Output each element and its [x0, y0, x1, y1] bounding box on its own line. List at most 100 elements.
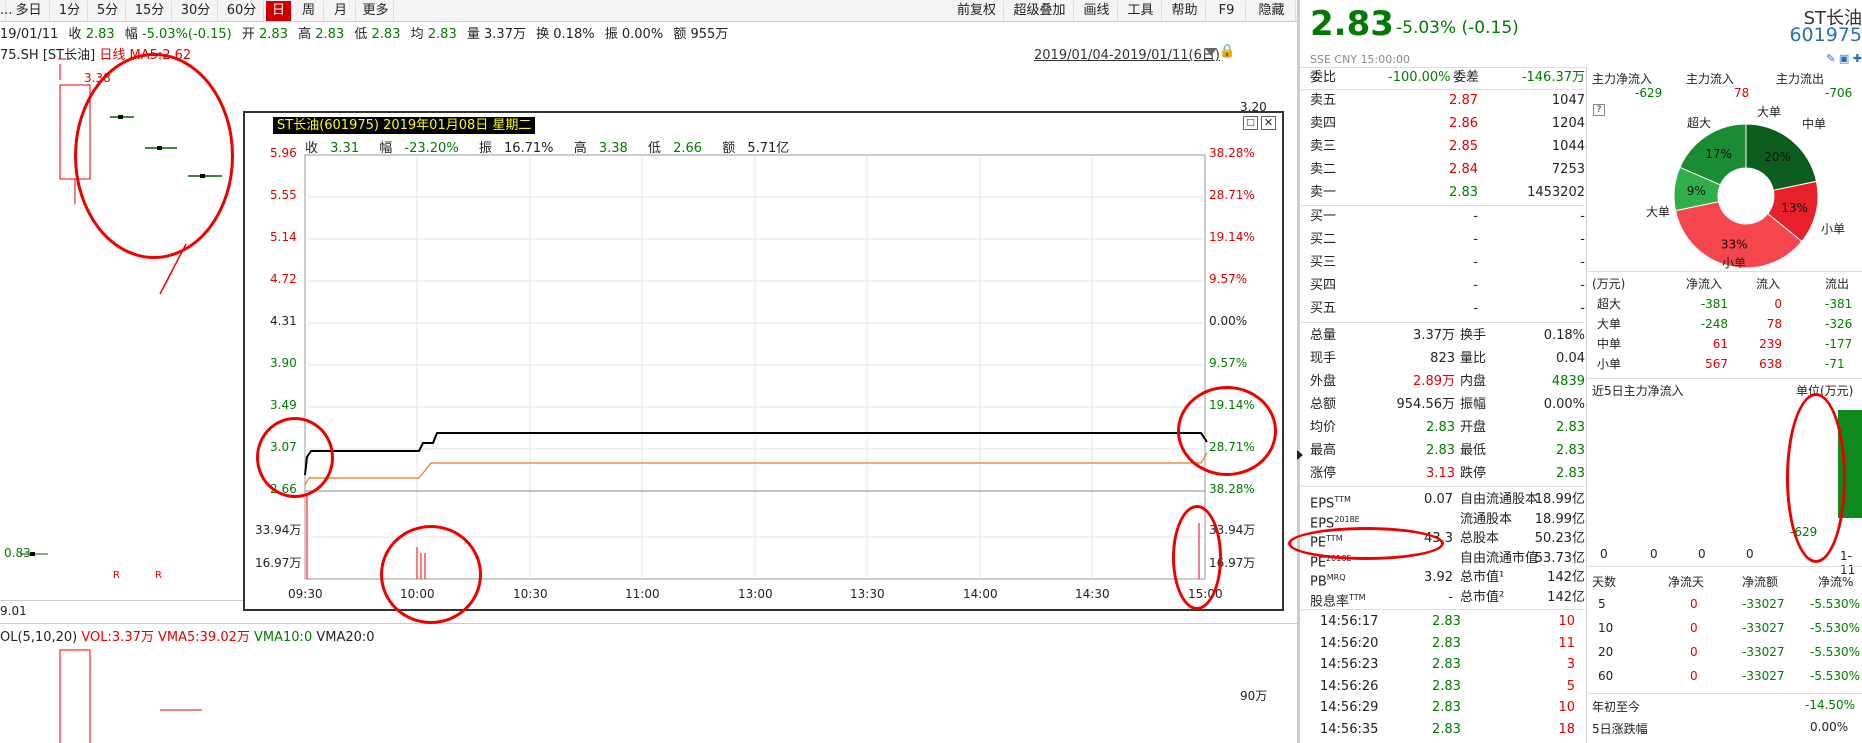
ask-row[interactable]: 卖三 2.85 1044 — [1310, 137, 1585, 157]
flow-row-label: 中单 — [1597, 337, 1622, 351]
stat-row: 均价 2.83 开盘 2.83 — [1310, 418, 1585, 438]
f9-button[interactable]: F9 — [1208, 1, 1246, 21]
vol-divider — [0, 623, 1297, 624]
period-tab-15min[interactable]: 15分 — [128, 1, 172, 21]
info-date: 19/01/11 — [0, 27, 59, 42]
ask-label: 卖二 — [1310, 162, 1337, 177]
intraday-popup[interactable]: ST长油(601975) 2019年01月08日 星期二 □ ✕ 收 3.31 … — [243, 111, 1284, 611]
kline-low-label: 0.83 — [4, 546, 31, 560]
annotation-stroke — [159, 243, 187, 295]
period-tab-30min[interactable]: 30分 — [174, 1, 218, 21]
period-tab-5min[interactable]: 5分 — [90, 1, 126, 21]
fundamental-label-sup: 2018E — [1334, 514, 1360, 524]
stat-label-2: 跌停 — [1460, 466, 1487, 481]
low-candle-dot — [30, 552, 35, 556]
tick-time: 14:56:29 — [1320, 700, 1379, 715]
panel-collapse-icon[interactable] — [1297, 450, 1303, 460]
bid-row[interactable]: 买一 - - — [1310, 207, 1585, 227]
bid-price: - — [1473, 209, 1478, 224]
info-amp-value: 0.00% — [621, 27, 664, 42]
ask-price: 2.84 — [1449, 162, 1478, 177]
fundamental-label-sup: TTM — [1334, 495, 1351, 504]
info-avg-label: 均 — [410, 27, 424, 42]
fundamental-row: EPS2018E 流通股本 18.99亿 — [1310, 510, 1585, 531]
stat-label: 总额 — [1310, 397, 1337, 412]
ask-row[interactable]: 卖二 2.84 7253 — [1310, 160, 1585, 180]
fundamental-row: PE2018E 自由流通市值 53.73亿 — [1310, 549, 1585, 570]
help-button[interactable]: 帮助 — [1164, 1, 1206, 21]
stat-label-2: 振幅 — [1460, 397, 1487, 412]
period-net-amount: -33027 — [1742, 597, 1785, 611]
ask-price: 2.86 — [1449, 116, 1478, 131]
help-icon[interactable]: ? — [1593, 104, 1605, 116]
period-tab-more[interactable]: 更多 — [358, 1, 394, 21]
fundamental-row: EPSTTM 0.07 自由流通股本 18.99亿 — [1310, 490, 1585, 511]
period-tab-1min[interactable]: 1分 — [52, 1, 88, 21]
bid-price: - — [1473, 232, 1478, 247]
ask-volume: 1204 — [1551, 116, 1585, 131]
info-close-value: 2.83 — [85, 27, 115, 42]
kline-date-range[interactable]: 2019/01/04-2019/01/11(6日) — [1034, 44, 1220, 63]
flow-table-header: (万元) 净流入 流入 流出 — [1300, 274, 1849, 294]
stat-row: 涨停 3.13 跌停 2.83 — [1310, 464, 1585, 484]
y-right-4: 0.00% — [1209, 314, 1248, 328]
super-overlay-button[interactable]: 超级叠加 — [1006, 1, 1074, 21]
tick-row[interactable]: 14:56:35 2.83 18 — [1320, 720, 1575, 740]
volume-bar-1 — [59, 649, 91, 743]
time-1100: 11:00 — [625, 587, 660, 601]
stat-row: 总额 954.56万 振幅 0.00% — [1310, 395, 1585, 415]
gridlines-v — [416, 155, 1093, 579]
ytd-value: -14.50% — [1805, 698, 1856, 712]
ask-price: 2.85 — [1449, 139, 1478, 154]
candle-2-dot — [118, 115, 123, 119]
ask-volume: 1044 — [1551, 139, 1585, 154]
period-tab-week[interactable]: 周 — [294, 1, 324, 21]
flow-table-header-cell: 净流入 — [1686, 277, 1723, 291]
vma20-value: VMA20:0 — [316, 630, 375, 645]
period-tab-60min[interactable]: 60分 — [220, 1, 264, 21]
pie-slice-label: 17% — [1705, 147, 1732, 161]
period-tab-prev[interactable]: ... — [0, 1, 12, 21]
draw-line-button[interactable]: 画线 — [1076, 1, 1118, 21]
period-tab-day[interactable]: 日 — [266, 1, 292, 21]
stat-value: 2.83 — [1426, 420, 1455, 435]
y-right-2: 19.14% — [1209, 230, 1255, 244]
pie-slice-label: 9% — [1687, 184, 1706, 198]
period-tab-multiday[interactable]: 多日 — [8, 1, 50, 21]
flow-row-in: 638 — [1759, 357, 1782, 371]
ask-row[interactable]: 卖五 2.87 1047 — [1310, 91, 1585, 111]
bid-volume: - — [1580, 232, 1585, 247]
flow-row-out: -381 — [1825, 297, 1853, 311]
fiveday-fall-label: 5日涨跌幅 — [1592, 722, 1648, 736]
y-left-4: 4.31 — [270, 314, 297, 328]
exchange-code: SSE — [1310, 53, 1331, 66]
forward-adjust-button[interactable]: 前复权 — [950, 1, 1004, 21]
bid-volume: - — [1580, 255, 1585, 270]
tools-button[interactable]: 工具 — [1120, 1, 1162, 21]
intraday-chart[interactable] — [245, 113, 1282, 609]
bid-row[interactable]: 买三 - - — [1310, 253, 1585, 273]
pie-label-mid: 中单 — [1802, 117, 1827, 131]
fundamental-value-2: 18.99亿 — [1534, 492, 1585, 507]
flow-row-label: 超大 — [1597, 297, 1622, 311]
period-net-pct: -5.530% — [1810, 597, 1861, 611]
stat-label: 均价 — [1310, 420, 1337, 435]
ask-row[interactable]: 卖四 2.86 1204 — [1310, 114, 1585, 134]
period-tab-month[interactable]: 月 — [326, 1, 356, 21]
bid-row[interactable]: 买二 - - — [1310, 230, 1585, 250]
bid-volume: - — [1580, 278, 1585, 293]
tick-price: 2.83 — [1432, 700, 1461, 715]
info-change-value: -5.03%(-0.15) — [141, 27, 232, 42]
quote-time: 15:00:00 — [1360, 53, 1410, 66]
hide-button[interactable]: 隐藏 — [1248, 1, 1296, 21]
period-days: 10 — [1598, 621, 1614, 635]
dropdown-arrow-icon[interactable] — [1205, 48, 1217, 56]
panel-tool-icons[interactable]: ✎ ▣ ✚ — [1826, 52, 1862, 65]
period-table-header-cell: 净流天 — [1668, 575, 1705, 589]
lock-icon[interactable]: 🔒 — [1219, 44, 1235, 59]
ytd-label: 年初至今 — [1592, 700, 1641, 714]
vol-left-0: 33.94万 — [255, 523, 302, 537]
quote-change: -5.03% (-0.15) — [1396, 18, 1519, 38]
ask-row[interactable]: 卖一 2.83 1453202 — [1310, 183, 1585, 203]
tick-row[interactable]: 14:56:29 2.83 10 — [1320, 698, 1575, 718]
